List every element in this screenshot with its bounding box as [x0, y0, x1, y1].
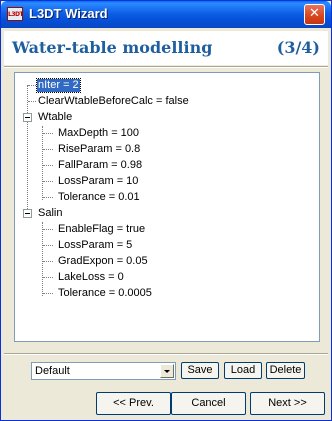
wizard-header: Water-table modelling (3/4): [4, 31, 328, 65]
prev-button[interactable]: << Prev.: [96, 392, 171, 415]
tree-connector: [43, 149, 53, 150]
tree-connector: [43, 261, 53, 262]
tree-node-label[interactable]: LossParam = 5: [57, 239, 133, 252]
tree-node-label[interactable]: Wtable: [37, 111, 73, 124]
collapse-toggle-icon[interactable]: [23, 113, 32, 122]
tree-node-label[interactable]: RiseParam = 0.8: [57, 143, 141, 156]
tree-content: nIter = 2 ClearWtableBeforeCalc = false Wt…: [15, 73, 319, 341]
title-bar[interactable]: L3DT L3DT Wizard ✕: [1, 1, 331, 28]
tree-root-line: [27, 85, 28, 213]
delete-button[interactable]: Delete: [266, 362, 305, 379]
tree-connector: [43, 229, 53, 230]
tree-connector: [43, 181, 53, 182]
tree-node-label[interactable]: Salin: [37, 207, 63, 220]
tree-node-label[interactable]: LakeLoss = 0: [57, 271, 125, 284]
next-button[interactable]: Next >>: [250, 392, 325, 415]
chevron-down-icon[interactable]: [160, 364, 174, 378]
tree-connector: [43, 133, 53, 134]
app-icon: L3DT: [7, 7, 24, 21]
tree-node-label[interactable]: EnableFlag = true: [57, 223, 146, 236]
tree-connector: [43, 277, 53, 278]
profile-dropdown-value: Default: [35, 365, 70, 377]
tree-branch-line-wtable: [42, 126, 43, 200]
profile-dropdown[interactable]: Default: [31, 362, 176, 380]
tree-node-label[interactable]: Tolerance = 0.0005: [57, 287, 153, 300]
load-button[interactable]: Load: [224, 362, 262, 379]
tree-node-label-selected[interactable]: nIter = 2: [36, 78, 81, 93]
tree-connector: [43, 293, 53, 294]
tree-connector: [43, 165, 53, 166]
step-indicator: (3/4): [276, 38, 320, 57]
parameter-tree[interactable]: nIter = 2 ClearWtableBeforeCalc = false Wt…: [14, 72, 320, 342]
tree-node-label[interactable]: MaxDepth = 100: [57, 127, 140, 140]
save-button[interactable]: Save: [181, 362, 219, 379]
footer-divider: [4, 353, 328, 355]
tree-connector: [43, 197, 53, 198]
header-divider: [4, 66, 328, 68]
tree-connector: [43, 245, 53, 246]
tree-branch-line-salin: [42, 222, 43, 296]
tree-node-label[interactable]: LossParam = 10: [57, 175, 139, 188]
wizard-window: L3DT L3DT Wizard ✕ Water-table modelling…: [0, 0, 332, 421]
tree-node-label[interactable]: Tolerance = 0.01: [57, 191, 141, 204]
collapse-toggle-icon[interactable]: [23, 209, 32, 218]
cancel-button[interactable]: Cancel: [171, 392, 246, 415]
tree-connector: [28, 101, 36, 102]
tree-node-label[interactable]: GradExpon = 0.05: [57, 255, 149, 268]
window-title: L3DT Wizard: [29, 6, 108, 21]
tree-node-label[interactable]: FallParam = 0.98: [57, 159, 143, 172]
page-title: Water-table modelling: [12, 38, 213, 57]
tree-connector: [28, 85, 36, 86]
close-icon[interactable]: ✕: [304, 4, 325, 25]
tree-node-label[interactable]: ClearWtableBeforeCalc = false: [37, 95, 190, 108]
